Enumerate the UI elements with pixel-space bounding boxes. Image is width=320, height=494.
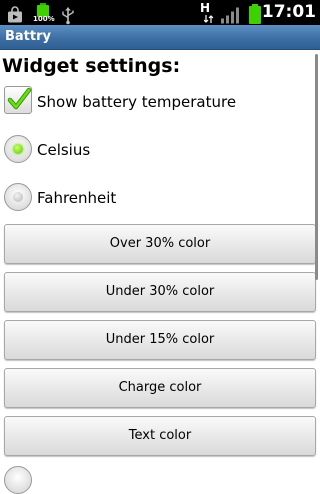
battery-percent-label: 100% [33, 15, 55, 23]
show-temperature-label: Show battery temperature [37, 93, 237, 111]
radio-selected-indicator [13, 144, 23, 154]
celsius-radio[interactable] [4, 135, 32, 163]
celsius-label: Celsius [37, 141, 91, 159]
fahrenheit-label: Fahrenheit [37, 189, 117, 207]
clock: 17:01 [261, 2, 316, 22]
checkmark-icon [7, 87, 32, 110]
status-bar: 100% H 17:01 [0, 0, 320, 25]
fahrenheit-radio[interactable] [4, 183, 32, 211]
network-h-icon: H [198, 1, 216, 23]
battery-icon [249, 4, 261, 24]
network-type-label: H [200, 1, 211, 15]
charge-color-button[interactable]: Charge color [4, 368, 316, 408]
scrollbar[interactable] [315, 54, 318, 280]
under-30-color-button[interactable]: Under 30% color [4, 272, 316, 312]
partial-radio-button[interactable] [4, 466, 32, 494]
text-color-button[interactable]: Text color [4, 416, 316, 456]
page-title: Widget settings: [2, 55, 181, 77]
battery-widget-icon: 100% [33, 2, 55, 24]
over-30-color-button[interactable]: Over 30% color [4, 224, 316, 264]
radio-unselected-indicator [13, 192, 23, 202]
title-bar: Battry [0, 25, 320, 50]
app-title: Battry [5, 29, 51, 44]
show-temperature-checkbox[interactable] [4, 86, 32, 114]
under-15-color-button[interactable]: Under 15% color [4, 320, 316, 360]
